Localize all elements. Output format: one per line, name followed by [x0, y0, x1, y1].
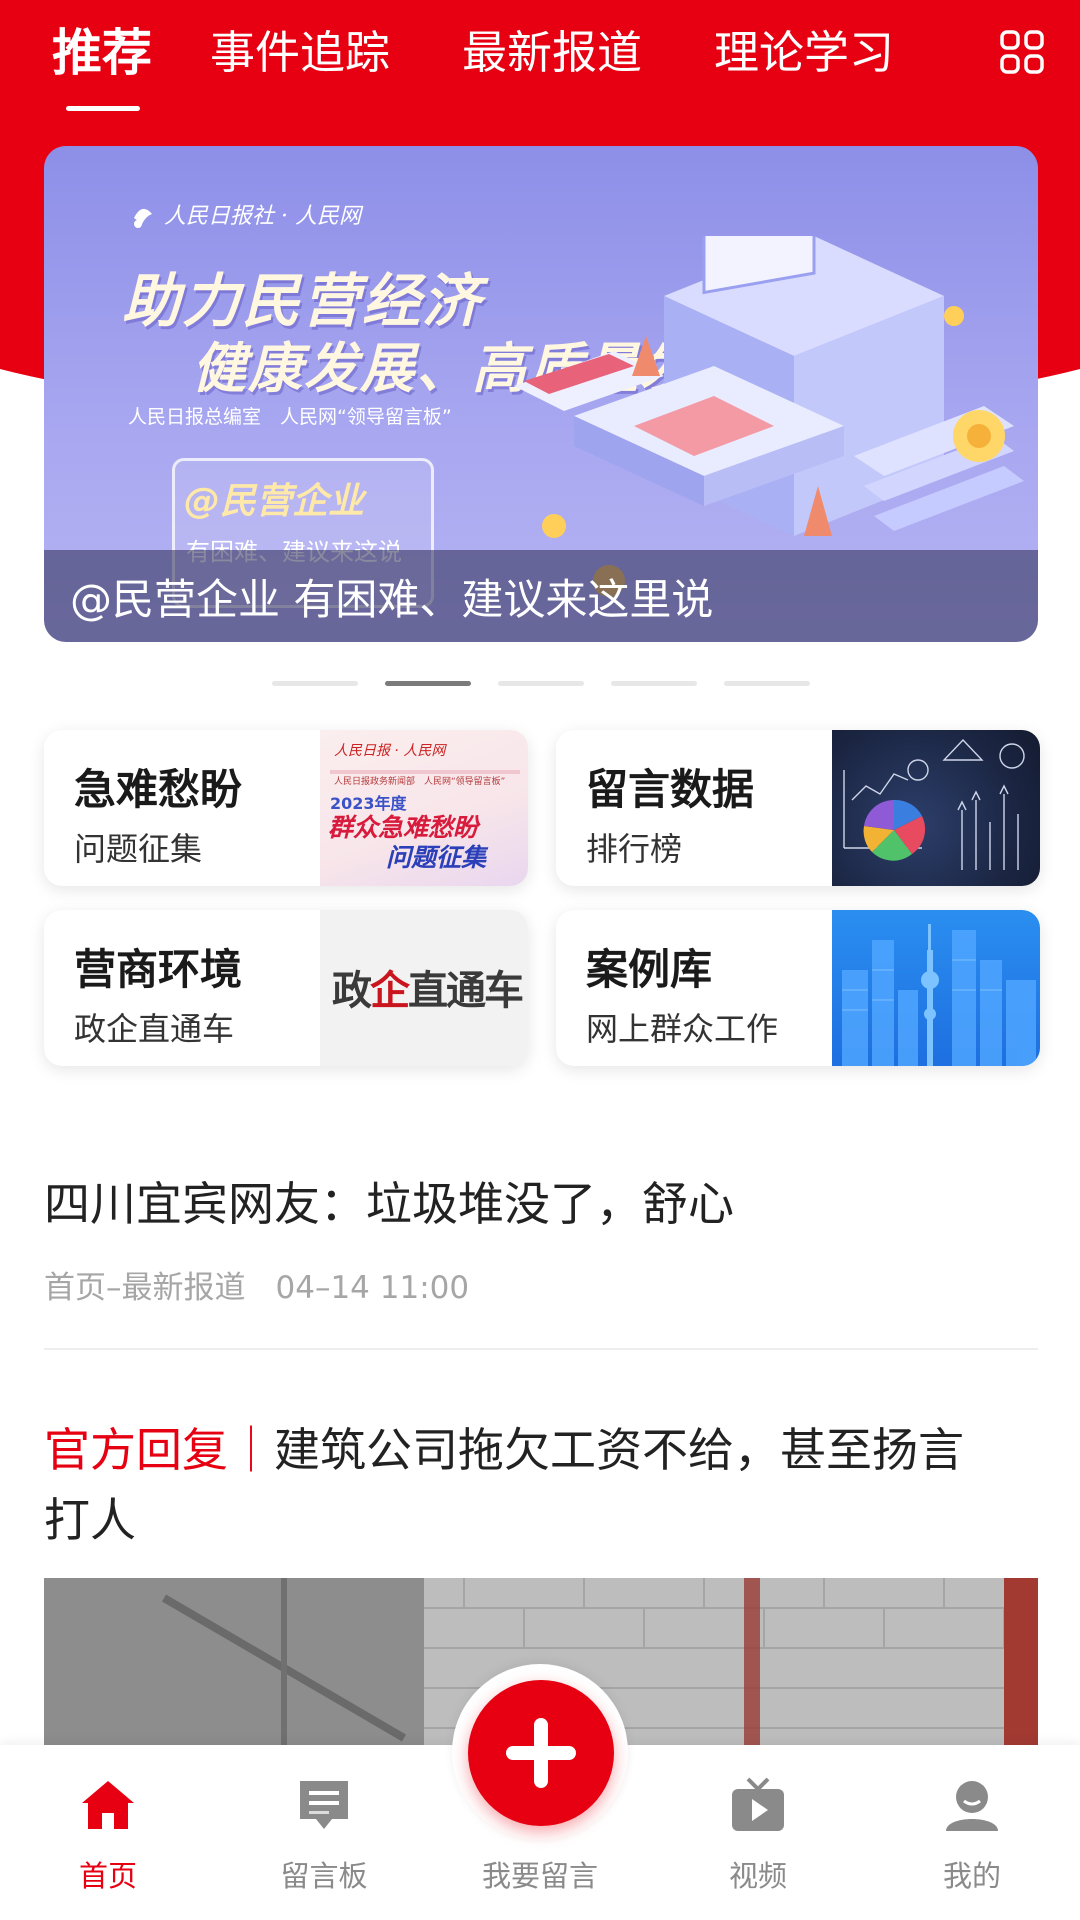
- nav-label: 视频: [728, 1859, 787, 1893]
- card-subtitle: 问题征集: [74, 830, 203, 868]
- banner-subtitle: 人民日报总编室 人民网“领导留言板”: [128, 406, 452, 428]
- user-icon: [946, 1781, 998, 1831]
- official-reply-tag: 官方回复｜: [44, 1423, 274, 1477]
- banner-card-tag: @民营企业: [184, 481, 365, 522]
- carousel-dot[interactable]: [498, 681, 584, 686]
- banner-logo-text: 人民日报社 · 人民网: [164, 204, 361, 229]
- nav-label: 首页: [78, 1859, 137, 1893]
- thumbnail-logo-text: 人民日报 · 人民网: [334, 743, 446, 759]
- article-divider: [44, 1348, 1038, 1350]
- nav-label: 我的: [942, 1859, 1001, 1893]
- tab-recommend[interactable]: 推荐: [52, 18, 152, 88]
- tab-latest-reports[interactable]: 最新报道: [462, 18, 642, 88]
- tab-theory-study[interactable]: 理论学习: [714, 18, 894, 88]
- home-icon: [82, 1781, 134, 1829]
- card-thumbnail: [832, 730, 1040, 886]
- tab-event-tracking[interactable]: 事件追踪: [210, 18, 390, 88]
- card-title: 案例库: [586, 945, 713, 994]
- data-chart-illustration-icon: [843, 738, 1025, 870]
- thumbnail-line: 人民日报政务新闻部 人民网“领导留言板”: [334, 777, 506, 787]
- banner-carousel[interactable]: 人民日报社 · 人民网 助力民营经济 健康发展、高质量发展 人民日报总编室 人民…: [44, 146, 1038, 642]
- tab-active-indicator: [66, 106, 140, 111]
- carousel-dot[interactable]: [724, 681, 810, 686]
- article-channel: 首页–最新报道: [44, 1270, 246, 1306]
- post-message-button[interactable]: [468, 1680, 614, 1826]
- carousel-indicator: [272, 681, 812, 689]
- channel-tabs: 推荐 事件追踪 最新报道 理论学习: [0, 0, 1080, 120]
- card-title: 留言数据: [586, 765, 755, 814]
- nav-home[interactable]: 首页: [18, 1745, 198, 1920]
- article-title[interactable]: 官方回复｜建筑公司拖欠工资不给，甚至扬言: [44, 1414, 964, 1480]
- article-title[interactable]: 四川宜宾网友：垃圾堆没了，舒心: [44, 1168, 734, 1234]
- post-message-label[interactable]: 我要留言: [450, 1853, 630, 1895]
- nav-video[interactable]: 视频: [668, 1745, 848, 1920]
- app-screen: 推荐 事件追踪 最新报道 理论学习 人民日报社 · 人民网 助力民营经济 健康发…: [0, 0, 1080, 1920]
- carousel-dot[interactable]: [272, 681, 358, 686]
- article-title-line2[interactable]: 打人: [44, 1484, 136, 1550]
- nav-message-board[interactable]: 留言板: [234, 1745, 414, 1920]
- channel-grid-icon[interactable]: [1000, 30, 1044, 74]
- card-case-library[interactable]: 案例库 网上群众工作: [556, 910, 1040, 1066]
- article-meta: 首页–最新报道 04–14 11:00: [44, 1262, 469, 1307]
- nav-mine[interactable]: 我的: [882, 1745, 1062, 1920]
- message-board-icon: [300, 1781, 348, 1829]
- article-time: 04–14 11:00: [275, 1270, 470, 1306]
- video-icon: [732, 1777, 784, 1831]
- card-subtitle: 排行榜: [586, 830, 683, 868]
- article-title-line1: 建筑公司拖欠工资不给，甚至扬言: [274, 1423, 964, 1477]
- card-subtitle: 网上群众工作: [586, 1010, 779, 1048]
- card-subtitle: 政企直通车: [74, 1010, 235, 1048]
- card-thumbnail: 政企直通车: [320, 910, 528, 1066]
- nav-label: 留言板: [280, 1859, 368, 1893]
- carousel-dot[interactable]: [611, 681, 697, 686]
- card-thumbnail: [832, 910, 1040, 1066]
- card-thumbnail: 人民日报 · 人民网 人民日报政务新闻部 人民网“领导留言板” 2023年度 群…: [320, 730, 528, 886]
- card-title: 急难愁盼: [74, 765, 243, 814]
- thumbnail-logo-text: 政企直通车: [332, 967, 524, 1014]
- card-urgent-issues[interactable]: 急难愁盼 问题征集 人民日报 · 人民网 人民日报政务新闻部 人民网“领导留言板…: [44, 730, 528, 886]
- card-message-data[interactable]: 留言数据 排行榜: [556, 730, 1040, 886]
- city-skyline-icon: [842, 924, 1036, 1066]
- carousel-dot-active[interactable]: [385, 681, 471, 686]
- banner-caption: @民营企业 有困难、建议来这里说: [70, 575, 714, 624]
- card-title: 营商环境: [74, 945, 243, 994]
- card-business-environment[interactable]: 营商环境 政企直通车 政企直通车: [44, 910, 528, 1066]
- thumbnail-headline-2: 问题征集: [386, 843, 487, 872]
